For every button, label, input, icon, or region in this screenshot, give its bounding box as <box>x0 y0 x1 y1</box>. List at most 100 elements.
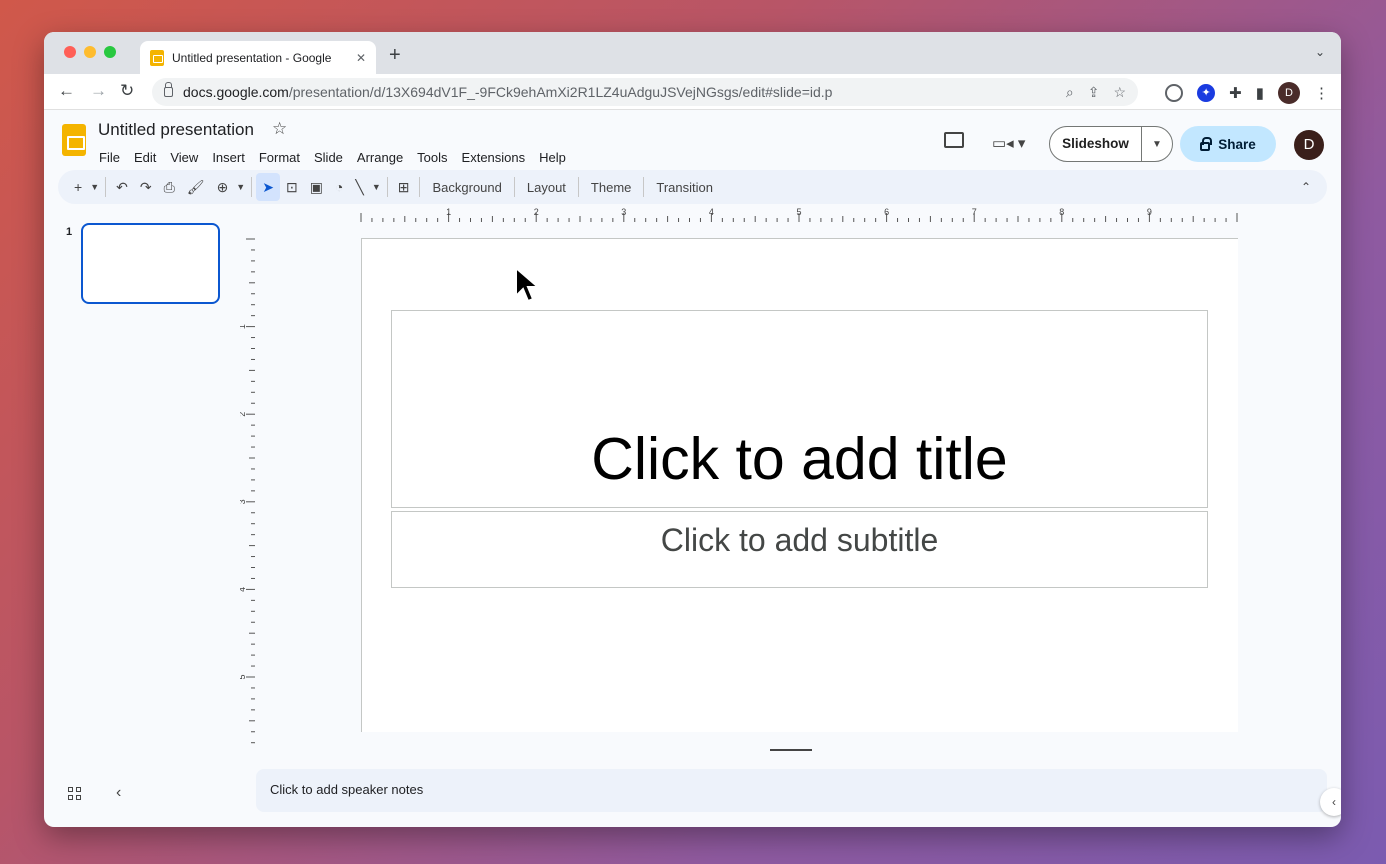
share-lock-icon <box>1200 136 1213 151</box>
new-slide-dropdown-icon[interactable]: ▼ <box>88 173 101 201</box>
toolbar-divider <box>105 177 107 197</box>
text-box-icon[interactable]: ⊡ <box>280 173 304 201</box>
theme-button[interactable]: Theme <box>583 180 639 195</box>
undo-icon[interactable]: ↶ <box>110 173 134 201</box>
close-window-button[interactable] <box>64 46 76 58</box>
sidebar-panel-icon[interactable]: ▮ <box>1256 84 1264 102</box>
menu-extensions[interactable]: Extensions <box>455 150 533 165</box>
side-panel-toggle-icon[interactable]: ‹ <box>1320 788 1341 816</box>
zoom-magnifier-icon[interactable]: ⌕ <box>1066 84 1074 101</box>
back-arrow-icon[interactable]: ← <box>58 82 75 100</box>
extensions-area: ✦ ✚ ▮ D ⋮ <box>1165 82 1329 104</box>
speaker-notes[interactable]: Click to add speaker notes <box>256 769 1327 812</box>
zoom-window-button[interactable] <box>104 46 116 58</box>
slideshow-dropdown-icon[interactable]: ▼ <box>1142 139 1172 150</box>
menu-help[interactable]: Help <box>532 150 573 165</box>
collapse-filmstrip-chevron-icon[interactable]: ‹ <box>116 784 121 802</box>
menu-format[interactable]: Format <box>252 150 307 165</box>
account-avatar[interactable]: D <box>1294 130 1324 160</box>
document-title[interactable]: Untitled presentation <box>98 120 254 140</box>
address-bar[interactable]: docs.google.com/presentation/d/13X694dV1… <box>152 78 1138 106</box>
ruler-label: 2 <box>240 412 247 417</box>
url-text: docs.google.com/presentation/d/13X694dV1… <box>183 84 1066 100</box>
collapse-toolbar-chevron-icon[interactable]: ⌃ <box>1301 180 1317 194</box>
ruler-label: 3 <box>240 499 247 504</box>
menu-view[interactable]: View <box>163 150 205 165</box>
mouse-pointer-icon <box>515 266 540 303</box>
tab-title: Untitled presentation - Google <box>172 50 332 65</box>
line-dropdown-icon[interactable]: ▼ <box>370 173 383 201</box>
subtitle-placeholder-box[interactable]: Click to add subtitle <box>391 511 1208 588</box>
extension-blue-icon[interactable]: ✦ <box>1197 84 1216 102</box>
puzzle-extensions-icon[interactable]: ✚ <box>1229 84 1242 102</box>
tab-search-chevron-icon[interactable]: ⌄ <box>1315 45 1325 59</box>
ruler-label: 9 <box>1147 207 1152 217</box>
toolbar-divider <box>513 177 515 197</box>
ruler-label: 6 <box>884 207 889 217</box>
zoom-icon[interactable]: ⊕ <box>211 173 235 201</box>
menu-insert[interactable]: Insert <box>205 150 252 165</box>
vertical-ruler[interactable]: 1 2 3 4 5 <box>240 238 256 746</box>
zoom-dropdown-icon[interactable]: ▼ <box>234 173 247 201</box>
toolbar-divider <box>419 177 421 197</box>
editing-toolbar: + ▼ ↶ ↷ ⎙ 🖌︎ ⊕ ▼ ➤ ⊡ ▣ ◔ ╲ ▼ ⊞ Backgroun… <box>58 170 1327 204</box>
close-tab-icon[interactable]: ✕ <box>356 51 366 65</box>
redo-icon[interactable]: ↷ <box>134 173 158 201</box>
toolbar-divider <box>577 177 579 197</box>
insert-image-icon[interactable]: ▣ <box>304 173 329 201</box>
reload-icon[interactable]: ↻ <box>120 82 134 100</box>
share-page-icon[interactable]: ⇪ <box>1088 84 1100 101</box>
menu-slide[interactable]: Slide <box>307 150 350 165</box>
new-tab-icon[interactable]: + <box>389 44 401 67</box>
menu-arrange[interactable]: Arrange <box>350 150 410 165</box>
menu-file[interactable]: File <box>92 150 127 165</box>
grid-view-icon[interactable] <box>68 787 81 800</box>
menu-tools[interactable]: Tools <box>410 150 454 165</box>
bookmark-star-icon[interactable]: ☆ <box>1113 84 1126 101</box>
lock-icon[interactable] <box>164 82 173 97</box>
toolbar-divider <box>643 177 645 197</box>
forward-arrow-icon[interactable]: → <box>90 82 107 100</box>
notes-resize-handle[interactable] <box>770 749 812 751</box>
ruler-label: 2 <box>534 207 539 217</box>
url-host: docs.google.com <box>183 84 289 100</box>
slideshow-label[interactable]: Slideshow <box>1050 127 1142 161</box>
ruler-label: 7 <box>972 207 977 217</box>
layout-button[interactable]: Layout <box>519 180 574 195</box>
browser-window: Untitled presentation - Google ✕ + ⌄ ← →… <box>44 32 1341 827</box>
menu-bar: File Edit View Insert Format Slide Arran… <box>92 150 573 165</box>
title-placeholder-box[interactable]: Click to add title <box>391 310 1208 508</box>
new-slide-icon[interactable]: + <box>68 173 88 201</box>
slideshow-button[interactable]: Slideshow ▼ <box>1049 126 1173 162</box>
line-icon[interactable]: ╲ <box>349 173 369 201</box>
share-label: Share <box>1218 136 1256 152</box>
shape-icon[interactable]: ◔ <box>329 173 349 201</box>
slide-thumbnail[interactable] <box>81 223 220 304</box>
add-comment-icon[interactable]: ⊞ <box>392 173 416 201</box>
toolbar-divider <box>251 177 253 197</box>
meet-camera-icon[interactable]: ▭◂ ▾ <box>992 134 1025 152</box>
horizontal-ruler[interactable]: 1 2 3 4 5 6 7 8 9 <box>360 207 1238 223</box>
browser-profile-avatar[interactable]: D <box>1278 82 1300 104</box>
star-icon[interactable]: ☆ <box>272 119 287 139</box>
browser-menu-icon[interactable]: ⋮ <box>1314 84 1329 102</box>
select-cursor-icon[interactable]: ➤ <box>256 173 280 201</box>
transition-button[interactable]: Transition <box>648 180 721 195</box>
share-button[interactable]: Share <box>1180 126 1276 162</box>
comments-icon[interactable] <box>944 132 964 148</box>
menu-edit[interactable]: Edit <box>127 150 163 165</box>
slides-logo-icon[interactable] <box>62 124 86 156</box>
print-icon[interactable]: ⎙ <box>158 173 181 201</box>
speaker-notes-placeholder: Click to add speaker notes <box>270 782 424 797</box>
tab-strip: Untitled presentation - Google ✕ + ⌄ <box>44 32 1341 74</box>
minimize-window-button[interactable] <box>84 46 96 58</box>
extension-icon[interactable] <box>1165 84 1184 102</box>
background-button[interactable]: Background <box>424 180 509 195</box>
ruler-label: 8 <box>1059 207 1064 217</box>
paint-format-icon[interactable]: 🖌︎ <box>181 173 211 201</box>
window-controls <box>64 46 116 58</box>
ruler-label: 5 <box>796 207 801 217</box>
browser-tab[interactable]: Untitled presentation - Google ✕ <box>140 41 376 74</box>
browser-toolbar: ← → ↻ docs.google.com/presentation/d/13X… <box>44 74 1341 110</box>
ruler-label: 4 <box>709 207 714 217</box>
